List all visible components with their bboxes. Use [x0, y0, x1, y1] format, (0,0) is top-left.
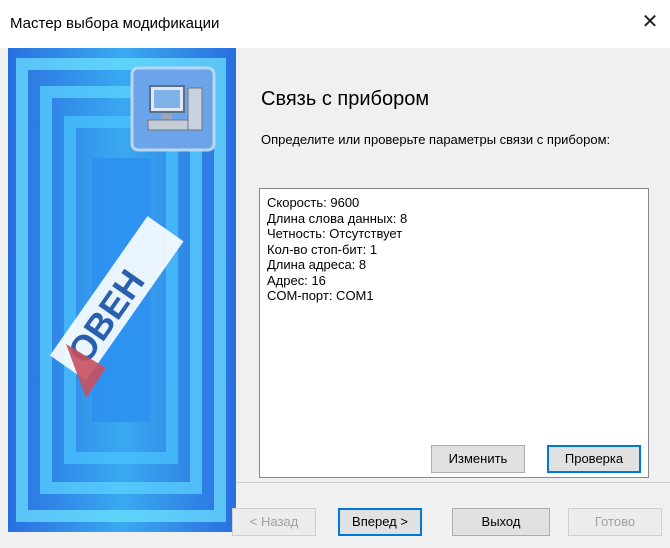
window-title: Мастер выбора модификации [10, 15, 220, 32]
close-icon[interactable]: ✕ [636, 8, 664, 36]
param-speed: Скорость: 9600 [267, 195, 360, 210]
wizard-content: Связь с прибором Определите или проверьт… [236, 48, 670, 482]
param-stop-bits: Кол-во стоп-бит: 1 [267, 241, 378, 257]
param-address-length: Длина адреса: 8 [267, 257, 367, 272]
back-button[interactable]: < Назад [232, 508, 316, 536]
next-button[interactable]: Вперед > [338, 508, 422, 536]
computer-icon [130, 66, 216, 152]
separator [236, 482, 670, 483]
wizard-banner: ОВЕН [8, 48, 236, 532]
change-button[interactable]: Изменить [431, 445, 525, 473]
exit-button[interactable]: Выход [452, 508, 550, 536]
page-description: Определите или проверьте параметры связи… [261, 132, 611, 147]
connection-info-box[interactable]: Скорость: 9600 Длина слова данных: 8 Чет… [259, 188, 649, 478]
param-parity: Четность: Отсутствует [267, 226, 403, 241]
finish-button[interactable]: Готово [568, 508, 662, 536]
title-bar: Мастер выбора модификации ✕ [0, 0, 670, 48]
param-address: Адрес: 16 [267, 272, 326, 288]
banner-graphic: ОВЕН [8, 48, 236, 532]
param-com-port: COM-порт: COM1 [267, 288, 374, 303]
param-word-length: Длина слова данных: 8 [267, 210, 408, 226]
check-button[interactable]: Проверка [547, 445, 641, 473]
page-heading: Связь с прибором [261, 88, 430, 110]
